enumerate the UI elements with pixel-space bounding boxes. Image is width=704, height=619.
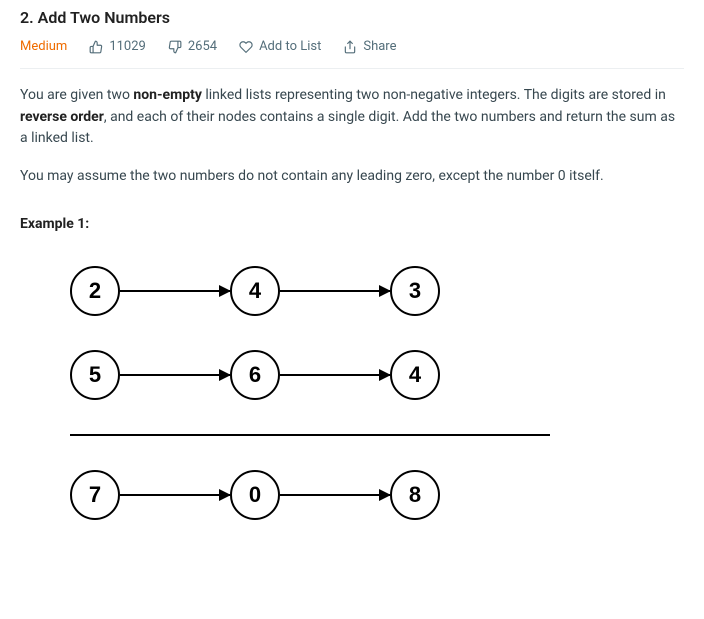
add-to-list-label: Add to List (259, 39, 321, 54)
thumbs-up-icon (89, 40, 103, 54)
list-node: 4 (390, 350, 440, 400)
list-node: 7 (70, 470, 120, 520)
arrow-icon (280, 494, 390, 497)
likes-button[interactable]: 11029 (89, 39, 146, 54)
likes-count: 11029 (109, 39, 146, 54)
example-diagram: 2 4 3 5 6 4 7 0 8 (70, 266, 684, 520)
list-node: 5 (70, 350, 120, 400)
list-node: 6 (230, 350, 280, 400)
problem-description: You are given two non-empty linked lists… (20, 85, 684, 188)
dislikes-count: 2654 (188, 39, 217, 54)
linked-list-row: 2 4 3 (70, 266, 684, 316)
share-icon (343, 40, 357, 54)
thumbs-down-icon (168, 40, 182, 54)
dislikes-button[interactable]: 2654 (168, 39, 217, 54)
arrow-icon (280, 290, 390, 293)
list-node: 4 (230, 266, 280, 316)
linked-list-row: 5 6 4 (70, 350, 684, 400)
sum-divider (70, 434, 550, 436)
linked-list-row: 7 0 8 (70, 470, 684, 520)
list-node: 0 (230, 470, 280, 520)
difficulty-label: Medium (20, 39, 67, 54)
description-paragraph: You may assume the two numbers do not co… (20, 166, 684, 188)
heart-icon (239, 40, 253, 54)
list-node: 2 (70, 266, 120, 316)
meta-row: Medium 11029 2654 Add to List Share (20, 39, 684, 69)
arrow-icon (120, 494, 230, 497)
arrow-icon (120, 290, 230, 293)
share-button[interactable]: Share (343, 39, 396, 54)
example-label: Example 1: (20, 216, 684, 232)
list-node: 8 (390, 470, 440, 520)
description-paragraph: You are given two non-empty linked lists… (20, 85, 684, 150)
arrow-icon (280, 374, 390, 377)
share-label: Share (363, 39, 396, 54)
list-node: 3 (390, 266, 440, 316)
problem-title: 2. Add Two Numbers (20, 8, 684, 27)
add-to-list-button[interactable]: Add to List (239, 39, 321, 54)
arrow-icon (120, 374, 230, 377)
